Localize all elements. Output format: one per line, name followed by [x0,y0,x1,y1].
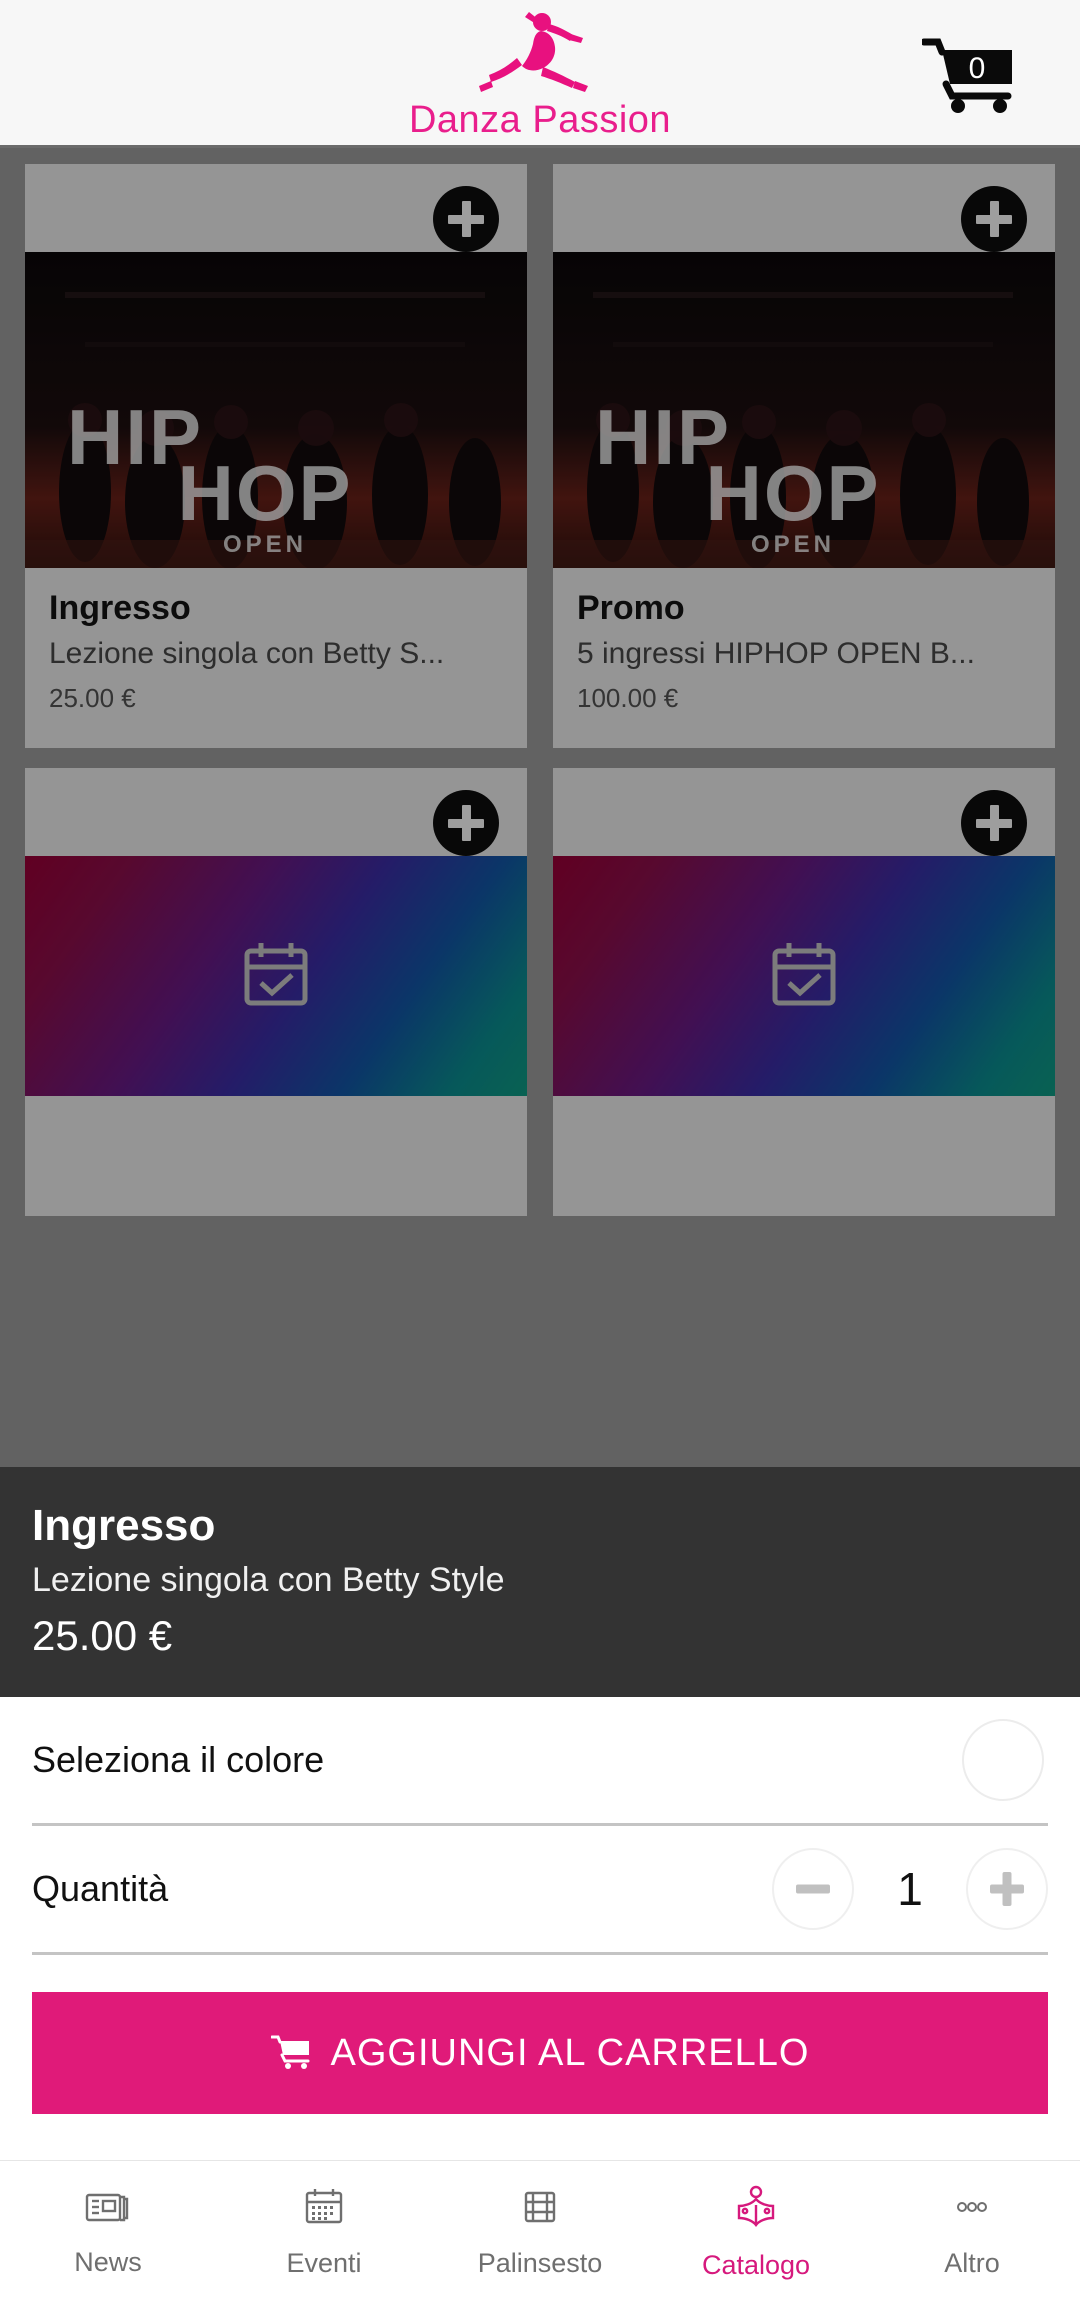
product-info-placeholder [25,1096,527,1217]
product-grid: HIP HOP OPEN Ingresso Lezione singola co… [0,148,1080,1236]
nav-label: Palinsesto [477,2248,603,2278]
brand-logo: Danza Passion [409,8,671,142]
open-book-icon [732,2183,780,2236]
product-info-placeholder [553,1096,1055,1217]
quantity-stepper: 1 [772,1848,1048,1930]
news-icon [84,2186,132,2233]
plus-circle-icon[interactable] [961,186,1027,252]
product-detail-header: Ingresso Lezione singola con Betty Style… [0,1467,1080,1697]
color-selector-row[interactable]: Seleziona il colore [32,1697,1048,1826]
image-text-hop: HOP [705,449,880,537]
quantity-row: Quantità 1 [32,1826,1048,1955]
quantity-label: Quantità [32,1868,169,1909]
product-subtitle: 5 ingressi HIPHOP OPEN B... [577,637,975,671]
product-title: Promo [577,590,685,627]
quantity-value: 1 [897,1863,923,1915]
catalog-grid-area: HIP HOP OPEN Ingresso Lezione singola co… [0,148,1080,1468]
product-image: HIP HOP OPEN [553,252,1055,568]
product-image: HIP HOP OPEN [25,252,527,568]
nav-label: News [74,2247,142,2277]
nav-label: Catalogo [701,2250,811,2280]
product-image-placeholder [553,856,1055,1097]
cart-icon [270,2034,311,2073]
film-strip-icon [518,2185,562,2234]
cart-count-badge: 0 [969,52,986,85]
image-text-open: OPEN [223,531,307,558]
product-info: Ingresso Lezione singola con Betty S... … [25,568,527,749]
product-card[interactable] [553,768,1055,1217]
shopping-cart-icon: 0 [920,38,1012,113]
product-title: Ingresso [49,590,191,627]
nav-item-palinsesto[interactable]: Palinsesto [432,2185,648,2279]
product-card[interactable]: HIP HOP OPEN Ingresso Lezione singola co… [25,164,527,749]
product-price: 25.00 € [49,683,136,714]
header-cart-button[interactable]: 0 [920,34,1018,114]
bottom-navigation: News Eventi Palinsesto Catalogo Altro [0,2160,1080,2303]
add-to-cart-label: AGGIUNGI AL CARRELLO [330,2031,810,2074]
product-card[interactable] [25,768,527,1217]
plus-circle-icon[interactable] [433,186,499,252]
product-image-placeholder [25,856,527,1097]
plus-circle-icon[interactable] [961,790,1027,857]
quantity-decrease-button[interactable] [772,1848,854,1930]
product-price: 100.00 € [577,683,679,714]
detail-price: 25.00 € [32,1612,173,1660]
image-text-hop: HOP [177,449,352,537]
nav-label: Eventi [286,2248,362,2278]
more-dots-icon [948,2185,996,2234]
product-subtitle: Lezione singola con Betty S... [49,637,445,671]
image-text-open: OPEN [751,531,835,558]
plus-circle-icon[interactable] [433,790,499,857]
add-to-cart-button[interactable]: AGGIUNGI AL CARRELLO [32,1992,1048,2114]
quantity-increase-button[interactable] [966,1848,1048,1930]
brand-name: Danza Passion [408,98,672,141]
product-info: Promo 5 ingressi HIPHOP OPEN B... 100.00… [553,568,1055,749]
calendar-check-icon [767,937,841,1016]
color-swatch[interactable] [962,1719,1044,1801]
app-screen: Danza Passion 0 HIP HOP OPEN Ingresso Le… [0,0,1080,2303]
calendar-icon [302,2185,346,2234]
product-card[interactable]: HIP HOP OPEN Promo 5 ingressi HIPHOP OPE… [553,164,1055,749]
dancer-logo-icon [465,8,615,103]
nav-item-altro[interactable]: Altro [864,2185,1080,2279]
calendar-check-icon [239,937,313,1016]
nav-item-news[interactable]: News [0,2186,216,2278]
nav-item-eventi[interactable]: Eventi [216,2185,432,2279]
detail-title: Ingresso [32,1501,216,1550]
nav-label: Altro [944,2248,1000,2278]
app-header: Danza Passion 0 [0,0,1080,148]
color-label: Seleziona il colore [32,1739,325,1780]
detail-subtitle: Lezione singola con Betty Style [32,1561,505,1600]
nav-item-catalogo[interactable]: Catalogo [648,2183,864,2281]
